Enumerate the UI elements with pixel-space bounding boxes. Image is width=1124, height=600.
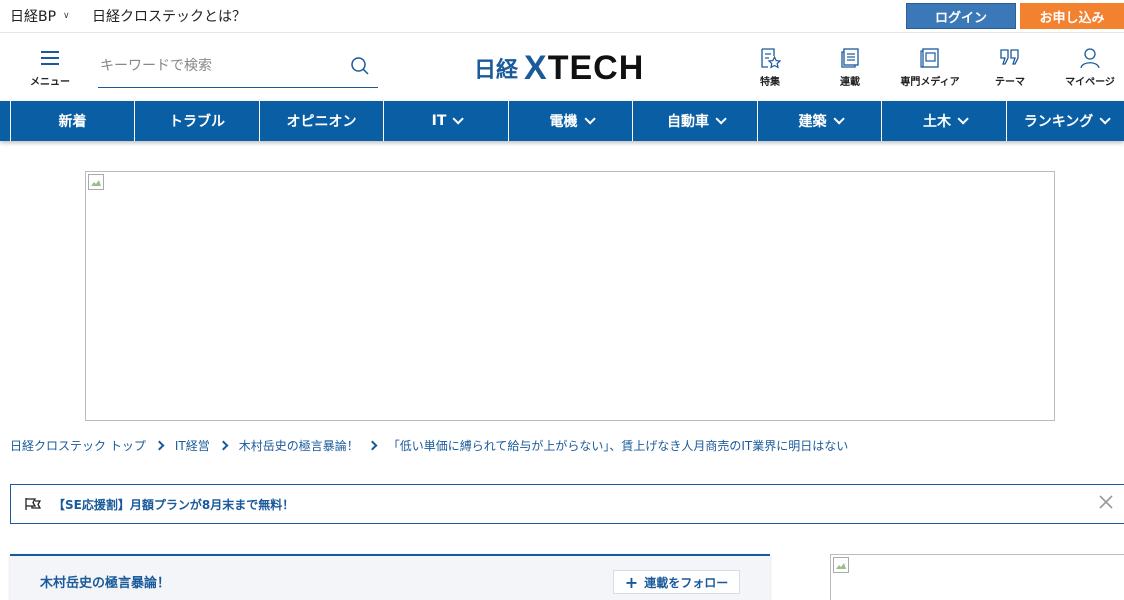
category-trouble[interactable]: トラブル — [134, 101, 259, 141]
utility-bar: 日経BP ∨ 日経クロステックとは？ ログイン お申し込み — [0, 0, 1124, 33]
category-it[interactable]: IT — [383, 101, 508, 141]
category-automobile[interactable]: 自動車 — [632, 101, 757, 141]
promo-banner-text: 【SE応援割】月額プランが8月末まで無料！ — [53, 497, 295, 512]
category-electronics[interactable]: 電機 — [508, 101, 632, 141]
nav-mypage-label: マイページ — [1065, 77, 1115, 88]
nav-mypage[interactable]: マイページ — [1055, 47, 1124, 88]
promo-banner[interactable]: 【SE応援割】月額プランが8月末まで無料！ — [10, 484, 1124, 524]
search-bar — [98, 50, 378, 88]
breadcrumb-item-series[interactable]: 木村岳史の極言暴論！ — [239, 437, 359, 454]
breadcrumb-item-top[interactable]: 日経クロステック トップ — [10, 437, 146, 454]
category-label: 土木 — [923, 114, 951, 130]
nav-theme[interactable]: テーマ — [975, 47, 1045, 88]
nav-feature-label: 特集 — [760, 77, 780, 88]
brand-dropdown[interactable]: 日経BP ∨ — [10, 6, 70, 26]
follow-series-label: 連載をフォロー — [644, 575, 729, 590]
quote-icon — [1000, 49, 1019, 65]
series-header: 木村岳史の極言暴論！ + 連載をフォロー — [10, 554, 770, 600]
category-architecture[interactable]: 建築 — [757, 101, 881, 141]
series-title[interactable]: 木村岳史の極言暴論！ — [40, 572, 170, 591]
category-label: ランキング — [1023, 114, 1094, 130]
ad-banner[interactable] — [85, 171, 1055, 421]
menu-label: メニュー — [30, 77, 70, 88]
logo-x: X — [524, 48, 548, 87]
chevron-right-icon — [218, 440, 229, 451]
site-logo[interactable]: 日経 XTECH — [474, 48, 644, 88]
chevron-down-icon — [1099, 113, 1112, 125]
chevron-down-icon: ∨ — [63, 11, 70, 21]
search-icon[interactable] — [350, 56, 370, 76]
category-label: 建築 — [798, 114, 827, 130]
magazine-icon — [920, 48, 939, 68]
category-label: 新着 — [58, 114, 87, 130]
category-nav: 新着 トラブル オピニオン IT 電機 自動車 建築 土木 ランキング — [0, 101, 1124, 141]
chevron-right-icon — [154, 440, 165, 451]
chevron-down-icon — [832, 113, 845, 125]
category-civil[interactable]: 土木 — [881, 101, 1006, 141]
breadcrumb-item-it-management[interactable]: IT経営 — [175, 437, 210, 454]
hamburger-icon — [41, 51, 59, 65]
broken-image-icon — [833, 557, 849, 573]
category-label: トラブル — [169, 114, 225, 130]
category-label: 電機 — [549, 114, 578, 130]
site-header: メニュー 日経 XTECH 特集 連載 — [0, 33, 1124, 101]
brand-dropdown-label: 日経BP — [10, 9, 57, 25]
menu-button[interactable]: メニュー — [28, 51, 72, 88]
about-link[interactable]: 日経クロステックとは？ — [92, 6, 246, 26]
logo-prefix: 日経 — [474, 58, 519, 83]
nav-feature[interactable]: 特集 — [735, 47, 805, 88]
nav-series-label: 連載 — [840, 77, 860, 88]
category-label: オピニオン — [286, 114, 357, 130]
sidebar-ad[interactable] — [830, 554, 1124, 600]
breadcrumb: 日経クロステック トップ IT経営 木村岳史の極言暴論！ 「低い単価に縛られて給… — [10, 437, 848, 454]
plus-icon: + — [624, 572, 639, 592]
chevron-down-icon — [957, 113, 969, 125]
chevron-down-icon — [452, 113, 465, 125]
series-document-icon — [841, 48, 859, 68]
category-label: IT — [431, 113, 447, 129]
category-label: 自動車 — [667, 114, 709, 130]
broken-image-icon — [88, 174, 104, 190]
login-button[interactable]: ログイン — [906, 3, 1016, 29]
category-opinion[interactable]: オピニオン — [259, 101, 383, 141]
signup-button[interactable]: お申し込み — [1020, 3, 1124, 29]
chevron-down-icon — [715, 113, 727, 125]
search-input[interactable] — [98, 51, 338, 81]
user-icon — [1080, 48, 1100, 69]
follow-series-button[interactable]: + 連載をフォロー — [613, 570, 740, 594]
nav-series[interactable]: 連載 — [815, 47, 885, 88]
close-icon[interactable] — [1099, 495, 1113, 509]
flag-icon — [25, 498, 41, 510]
chevron-down-icon — [583, 113, 596, 125]
feature-star-icon — [761, 48, 781, 69]
category-new[interactable]: 新着 — [10, 101, 134, 141]
nav-media[interactable]: 専門メディア — [895, 47, 965, 88]
nav-theme-label: テーマ — [995, 77, 1025, 88]
chevron-right-icon — [367, 440, 378, 451]
logo-tech: TECH — [547, 48, 645, 87]
logo-wordmark: XTECH — [524, 49, 644, 88]
category-ranking[interactable]: ランキング — [1006, 101, 1124, 141]
nav-media-label: 専門メディア — [900, 77, 960, 88]
breadcrumb-item-article[interactable]: 「低い単価に縛られて給与が上がらない」、賃上げなき人月商売のIT業界に明日はない — [388, 437, 849, 454]
